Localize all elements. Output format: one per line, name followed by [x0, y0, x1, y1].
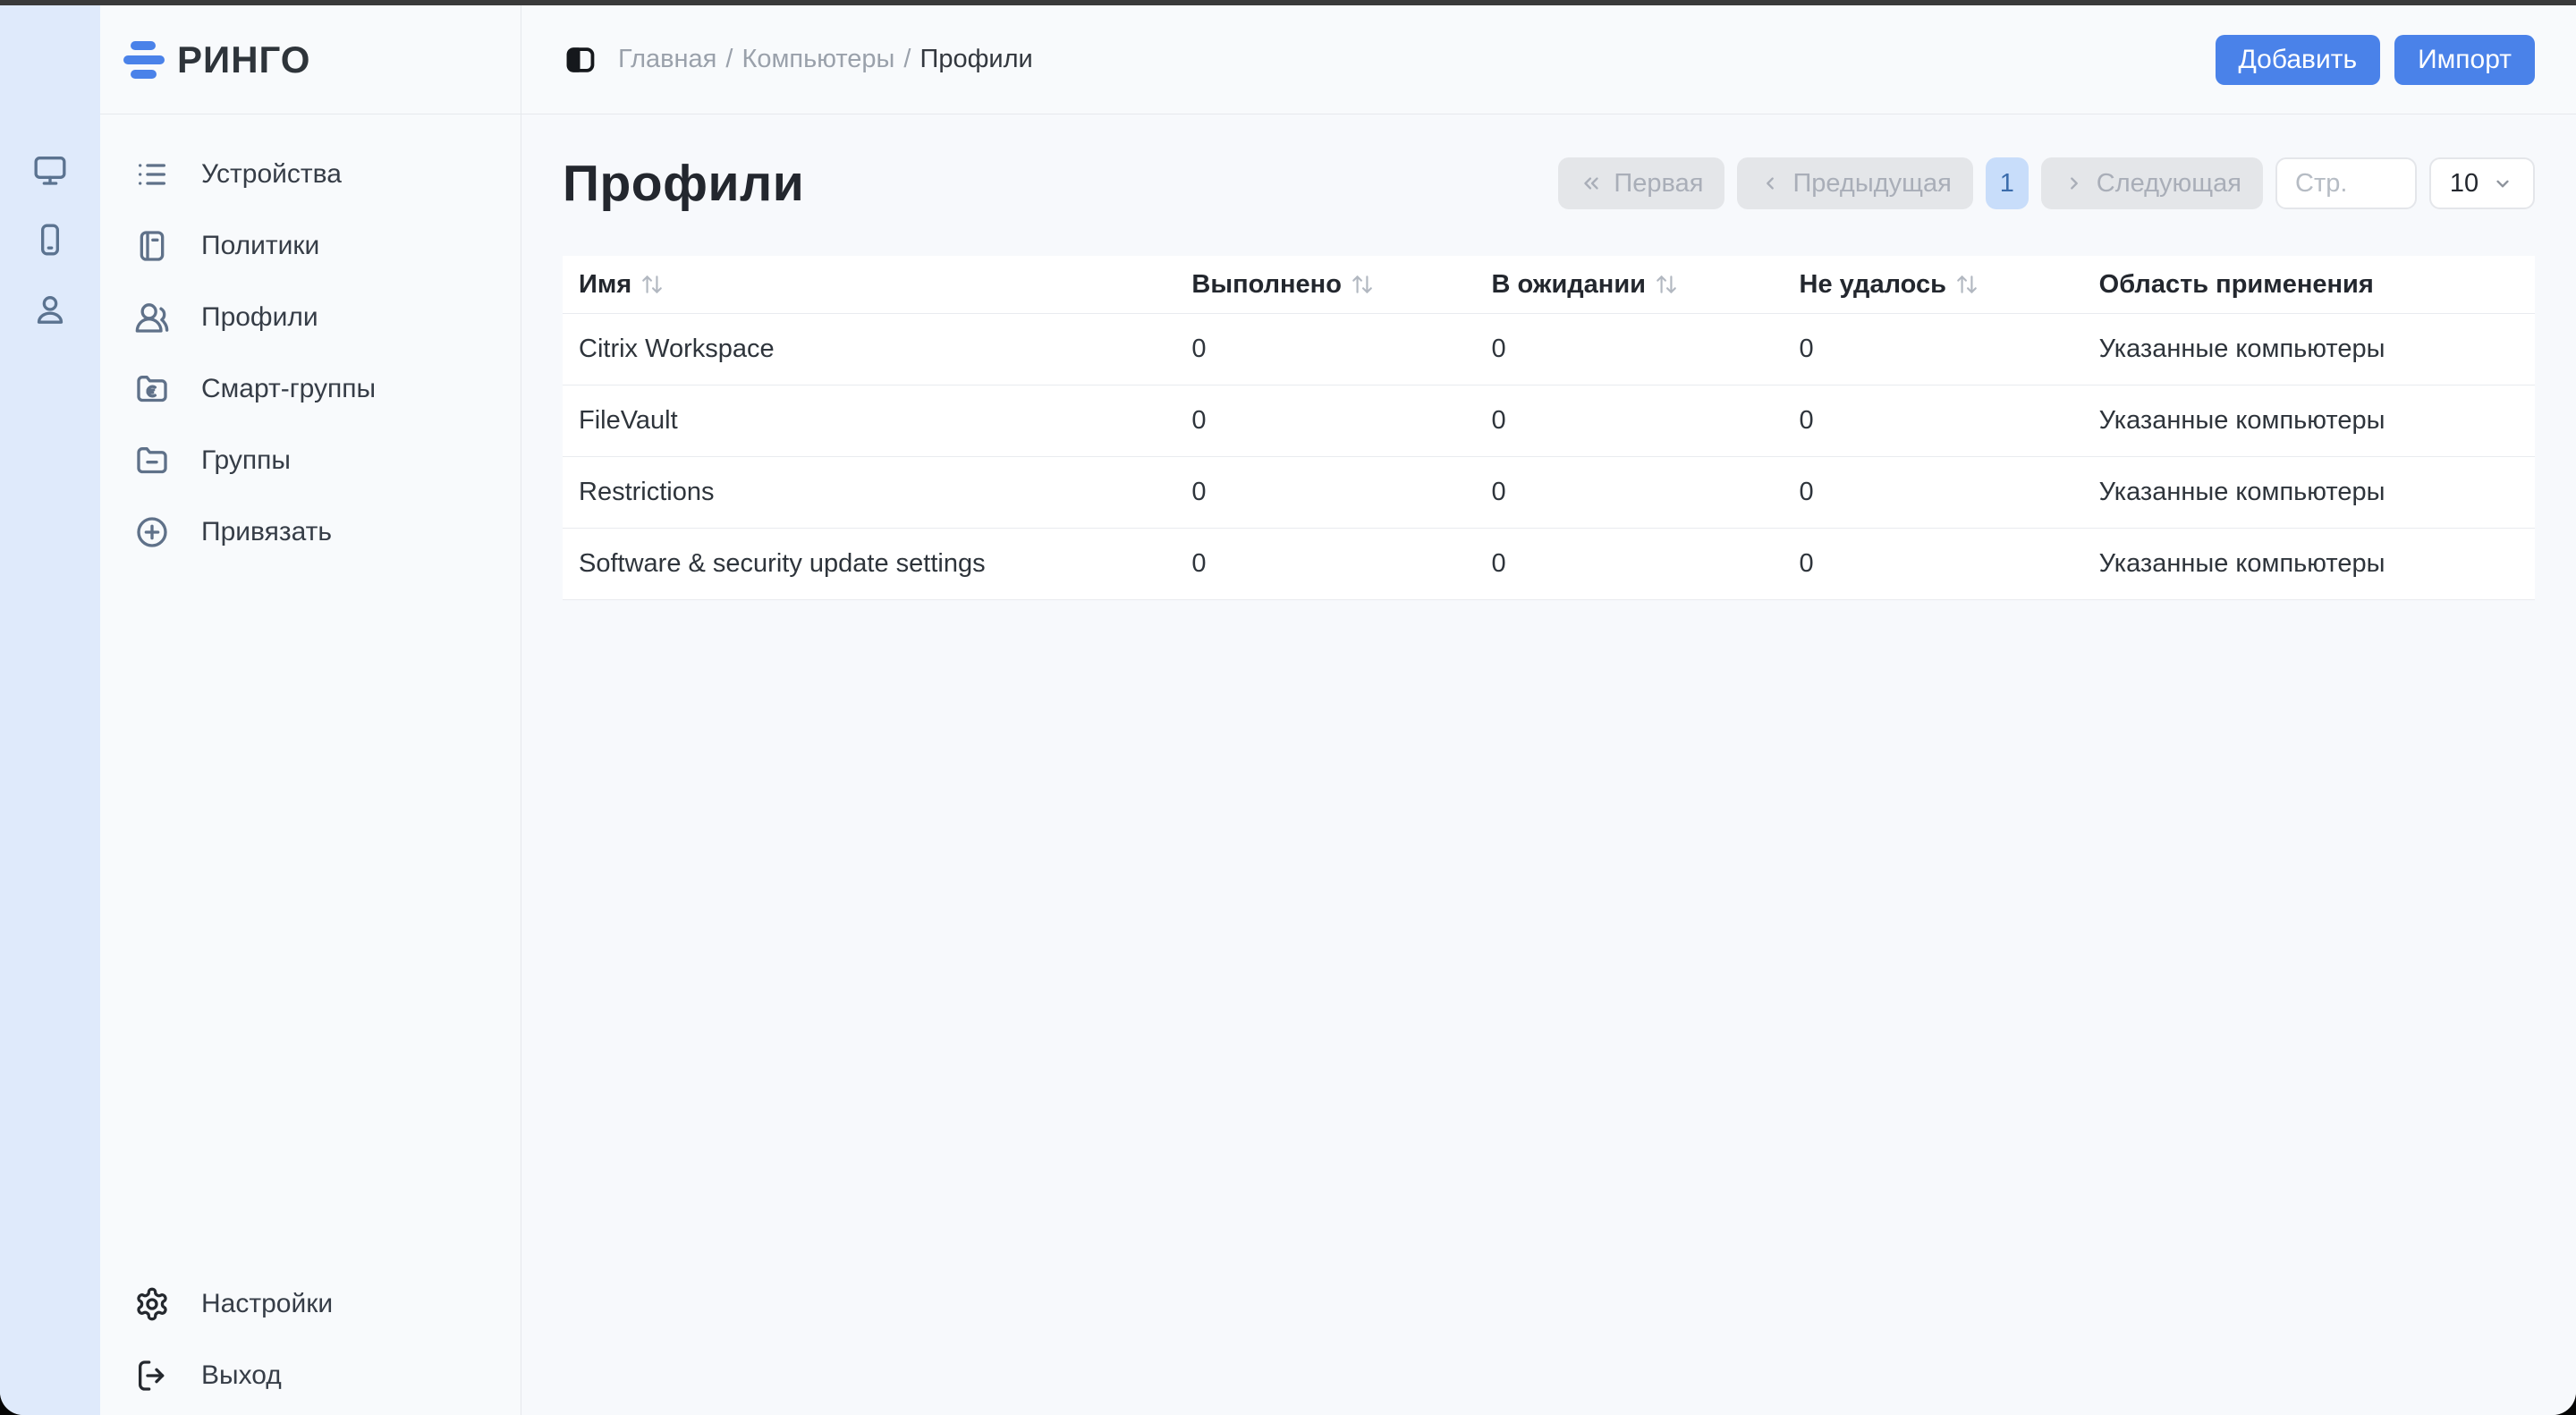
sidebar-item-policies[interactable]: Политики	[100, 210, 521, 282]
smart-folder-icon	[134, 371, 170, 407]
chevron-right-icon	[2070, 177, 2078, 190]
cell-scope: Указанные компьютеры	[2098, 313, 2535, 386]
sidebar-item-logout[interactable]: Выход	[100, 1340, 521, 1411]
notebook-icon	[134, 228, 170, 264]
column-header-done[interactable]: Выполнено	[1191, 270, 1374, 300]
cell-pending: 0	[1491, 528, 1800, 600]
cell-done: 0	[1191, 385, 1492, 457]
chevron-down-icon	[2496, 180, 2509, 188]
page-size-select[interactable]: 10	[2429, 157, 2535, 209]
sidebar-item-profiles[interactable]: Профили	[100, 282, 521, 353]
sidebar-item-label: Смарт-группы	[201, 374, 377, 403]
profiles-table: Имя Выполнено В ожидании Не удалось Обла…	[563, 256, 2535, 600]
sidebar-item-devices[interactable]: Устройства	[100, 139, 521, 210]
first-page-label: Первая	[1614, 168, 1704, 198]
sidebar-toggle-icon[interactable]	[563, 42, 598, 78]
column-header-pending[interactable]: В ожидании	[1492, 270, 1678, 300]
three-bars-logo-icon	[123, 39, 165, 80]
sidebar-item-label: Политики	[201, 231, 320, 260]
cell-pending: 0	[1491, 456, 1800, 529]
sort-icon	[1351, 273, 1374, 296]
sidebar-item-groups[interactable]: Группы	[100, 425, 521, 496]
sort-icon	[1655, 273, 1678, 296]
icon-rail	[0, 5, 100, 1415]
breadcrumb-home[interactable]: Главная	[618, 45, 716, 74]
mobile-smartphone-icon[interactable]	[32, 222, 68, 258]
list-icon	[134, 157, 170, 192]
prev-page-label: Предыдущая	[1792, 168, 1952, 198]
main-panel: Профили Первая Предыдущая 1 Следующая Ст…	[521, 114, 2576, 1415]
import-button[interactable]: Импорт	[2394, 34, 2535, 85]
computers-monitor-icon[interactable]	[32, 152, 68, 188]
cell-failed: 0	[1799, 528, 2099, 600]
cell-profile-name: Restrictions	[563, 456, 1192, 529]
cell-profile-name: Citrix Workspace	[563, 313, 1192, 386]
brand-name: РИНГО	[177, 38, 311, 80]
table-header-row: Имя Выполнено В ожидании Не удалось Обла…	[563, 256, 2535, 314]
table-row[interactable]: Software & security update settings 0 0 …	[563, 528, 2535, 600]
column-header-name[interactable]: Имя	[579, 270, 664, 300]
breadcrumb-separator: /	[903, 45, 911, 73]
cell-scope: Указанные компьютеры	[2098, 385, 2535, 457]
first-page-button[interactable]: Первая	[1558, 157, 1725, 209]
sidebar: РИНГО Устройства Политики Профили Смарт-…	[100, 5, 521, 1415]
gear-icon	[134, 1286, 170, 1322]
cell-failed: 0	[1799, 313, 2099, 386]
cell-done: 0	[1191, 456, 1492, 529]
sidebar-item-label: Группы	[201, 445, 291, 475]
add-button[interactable]: Добавить	[2215, 34, 2381, 85]
circle-plus-icon	[134, 514, 170, 550]
table-row[interactable]: Restrictions 0 0 0 Указанные компьютеры	[563, 456, 2535, 529]
chevron-left-icon	[1767, 177, 1775, 190]
sidebar-item-label: Выход	[201, 1360, 282, 1390]
page-size-value: 10	[2449, 168, 2479, 198]
app-window: РИНГО Устройства Политики Профили Смарт-…	[0, 5, 2576, 1415]
cell-scope: Указанные компьютеры	[2098, 528, 2535, 600]
sidebar-item-smart-groups[interactable]: Смарт-группы	[100, 353, 521, 425]
logout-icon	[134, 1358, 170, 1394]
content-area: Главная / Компьютеры / Профили Добавить …	[521, 5, 2576, 1415]
sort-icon	[1955, 273, 1979, 296]
cell-failed: 0	[1799, 385, 2099, 457]
cell-failed: 0	[1799, 456, 2099, 529]
sidebar-nav: Устройства Политики Профили Смарт-группы	[100, 139, 521, 568]
page-header: Главная / Компьютеры / Профили Добавить …	[521, 5, 2576, 114]
sidebar-item-label: Устройства	[201, 159, 342, 189]
users-person-icon[interactable]	[32, 292, 68, 327]
breadcrumb: Главная / Компьютеры / Профили	[618, 45, 1033, 74]
sidebar-item-label: Профили	[201, 302, 318, 332]
sidebar-footer-nav: Настройки Выход	[100, 1268, 521, 1411]
folder-minus-icon	[134, 443, 170, 479]
cell-done: 0	[1191, 528, 1492, 600]
cell-pending: 0	[1491, 313, 1800, 386]
next-page-button[interactable]: Следующая	[2040, 157, 2263, 209]
table-row[interactable]: FileVault 0 0 0 Указанные компьютеры	[563, 385, 2535, 457]
page-number-input[interactable]	[2275, 157, 2417, 209]
cell-pending: 0	[1491, 385, 1800, 457]
breadcrumb-separator: /	[725, 45, 733, 73]
cell-scope: Указанные компьютеры	[2098, 456, 2535, 529]
page-title: Профили	[563, 155, 805, 212]
users-icon	[134, 300, 170, 335]
current-page-button[interactable]: 1	[1985, 157, 2029, 209]
cell-profile-name: FileVault	[563, 385, 1192, 457]
sidebar-item-settings[interactable]: Настройки	[100, 1268, 521, 1340]
cell-profile-name: Software & security update settings	[563, 528, 1192, 600]
sidebar-item-label: Настройки	[201, 1289, 334, 1318]
sidebar-item-enroll[interactable]: Привязать	[100, 496, 521, 568]
table-row[interactable]: Citrix Workspace 0 0 0 Указанные компьют…	[563, 313, 2535, 386]
column-header-scope: Область применения	[2098, 269, 2374, 299]
chevrons-left-icon	[1584, 177, 1599, 190]
prev-page-button[interactable]: Предыдущая	[1737, 157, 1973, 209]
pagination: Первая Предыдущая 1 Следующая 10	[1558, 157, 2535, 209]
brand-logo: РИНГО	[100, 5, 521, 114]
next-page-label: Следующая	[2096, 168, 2241, 198]
sidebar-item-label: Привязать	[201, 517, 333, 547]
sort-icon	[640, 273, 664, 296]
cell-done: 0	[1191, 313, 1492, 386]
breadcrumb-section[interactable]: Компьютеры	[741, 45, 894, 74]
breadcrumb-current: Профили	[919, 45, 1033, 73]
column-header-failed[interactable]: Не удалось	[1800, 270, 1979, 300]
